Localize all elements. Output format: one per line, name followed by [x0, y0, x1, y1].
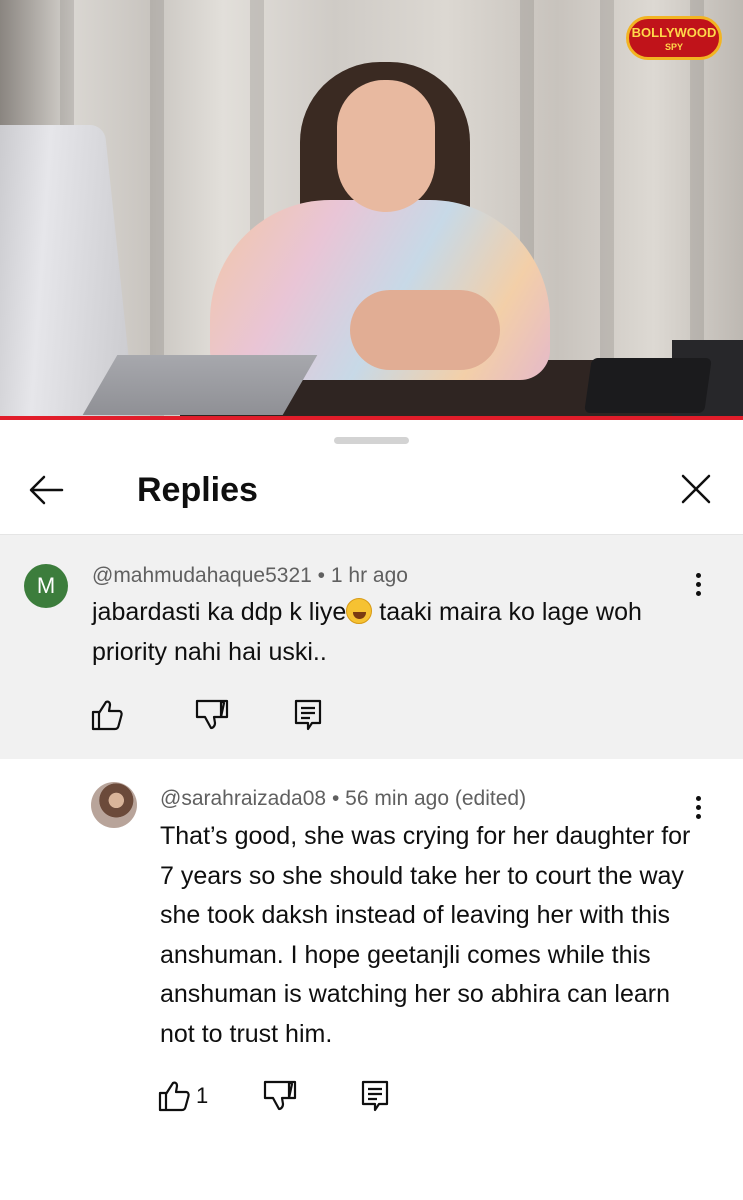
laughing-emoji-icon [346, 598, 373, 624]
reply-comment: @sarahraizada08 • 56 min ago (edited) Th… [0, 760, 743, 1200]
comment-icon [361, 1080, 389, 1112]
dot [695, 582, 701, 587]
curtain [600, 0, 614, 420]
comment-time: 1 hr ago [330, 564, 408, 587]
comment-meta: @mahmudahaque5321 • 1 hr ago [92, 563, 408, 589]
close-icon [681, 474, 711, 504]
avatar[interactable] [91, 782, 137, 828]
page-title: Replies [137, 471, 258, 509]
meta-separator: • [317, 564, 326, 587]
channel-logo-subtext: SPY [664, 42, 683, 52]
dot [695, 573, 701, 578]
channel-logo-text: BOLLYWOOD [631, 25, 717, 40]
laptop-keyboard [82, 355, 318, 415]
comment-text: That’s good, she was crying for her daug… [160, 822, 691, 1048]
close-button[interactable] [674, 470, 718, 510]
comment-meta: @sarahraizada08 • 56 min ago (edited) [160, 786, 526, 812]
comment-author[interactable]: @mahmudahaque5321 [92, 564, 312, 587]
meta-separator: • [331, 787, 340, 810]
dislike-button[interactable] [192, 695, 232, 735]
comment-text-part: jabardasti ka ddp k liye [92, 598, 347, 626]
thumbs-down-icon [195, 699, 229, 730]
dot [695, 591, 701, 596]
channel-logo: BOLLYWOOD SPY [626, 16, 722, 60]
like-count: 1 [196, 1083, 209, 1108]
thumbs-up-icon [91, 700, 123, 731]
avatar[interactable]: M [24, 564, 68, 608]
thumbs-down-icon [263, 1080, 297, 1111]
dot [695, 796, 701, 801]
comment-time: 56 min ago (edited) [345, 787, 527, 810]
parent-comment: M @mahmudahaque5321 • 1 hr ago jabardast… [0, 535, 743, 759]
phone-on-desk [584, 358, 712, 413]
like-button[interactable] [155, 1076, 195, 1116]
comment-icon [294, 699, 322, 731]
comment-text: jabardasti ka ddp k liye taaki maira ko … [92, 593, 692, 672]
reply-button[interactable] [355, 1076, 395, 1116]
arrow-left-icon [29, 475, 64, 505]
dot [695, 805, 701, 810]
replies-sheet: Replies M @mahmudahaque5321 • 1 hr ago j… [0, 420, 743, 1200]
like-button[interactable] [88, 695, 128, 735]
thumbs-up-icon [158, 1081, 190, 1112]
person-hands [350, 290, 500, 370]
dislike-button[interactable] [260, 1076, 300, 1116]
drag-handle[interactable] [334, 437, 409, 444]
comment-author[interactable]: @sarahraizada08 [160, 787, 326, 810]
reply-button[interactable] [288, 695, 328, 735]
back-button[interactable] [22, 470, 70, 510]
person-face [337, 80, 435, 212]
video-player[interactable]: BOLLYWOOD SPY [0, 0, 743, 420]
